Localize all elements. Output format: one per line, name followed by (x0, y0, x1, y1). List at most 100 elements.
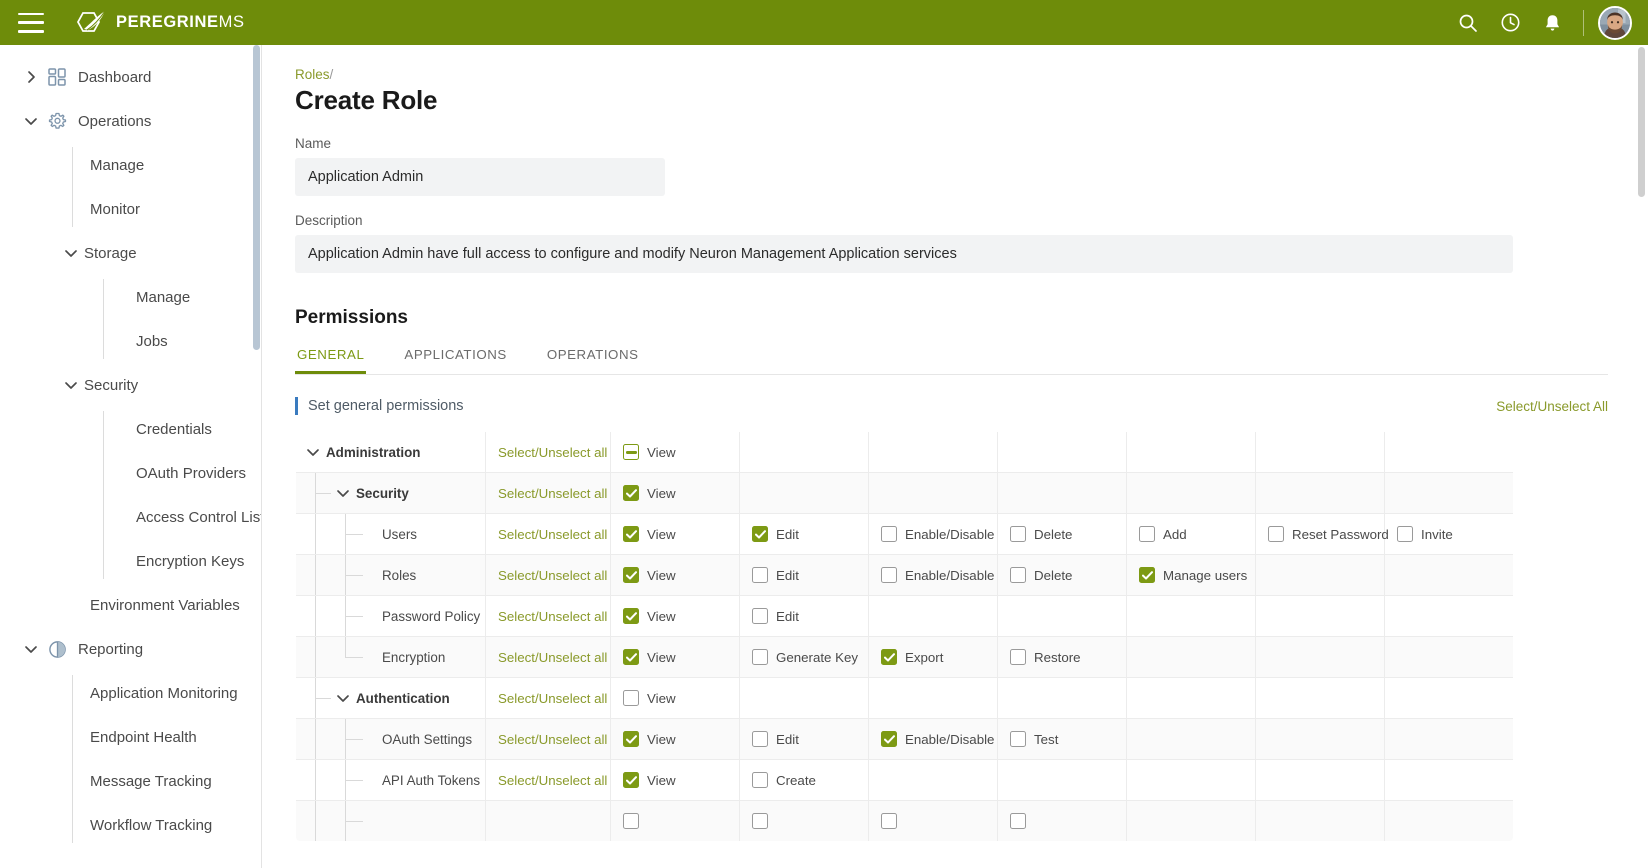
chevron-down-icon[interactable] (18, 114, 44, 128)
sidebar-item-operations[interactable]: Operations (0, 99, 261, 143)
row-select-unselect-all-link[interactable]: Select/Unselect all (498, 732, 607, 747)
permission-checkbox[interactable]: Edit (752, 608, 856, 624)
checkbox-unchecked-icon[interactable] (881, 526, 897, 542)
tab-applications[interactable]: Applications (402, 343, 508, 374)
checkbox-unchecked-icon[interactable] (623, 690, 639, 706)
checkbox-unchecked-icon[interactable] (881, 567, 897, 583)
checkbox-checked-icon[interactable] (623, 731, 639, 747)
sidebar-item-security-access-control-lists[interactable]: Access Control Lists (0, 495, 261, 539)
permission-checkbox[interactable]: Enable/Disable (881, 526, 994, 542)
permission-checkbox[interactable]: Enable/Disable (881, 731, 994, 747)
permission-cell[interactable]: Delete (997, 554, 1127, 596)
checkbox-checked-icon[interactable] (881, 649, 897, 665)
permission-cell[interactable]: Create (739, 759, 869, 801)
main-scrollbar[interactable] (1638, 47, 1645, 197)
permission-checkbox[interactable]: View (623, 567, 727, 583)
permission-checkbox[interactable]: View (623, 649, 727, 665)
sidebar-item-security[interactable]: Security (0, 363, 261, 407)
permission-cell[interactable]: Invite (1384, 513, 1513, 555)
avatar[interactable] (1598, 5, 1632, 40)
description-input[interactable] (295, 235, 1513, 273)
checkbox-checked-icon[interactable] (623, 649, 639, 665)
permission-cell[interactable]: Reset Password (1255, 513, 1389, 555)
checkbox-unchecked-icon[interactable] (1268, 526, 1284, 542)
permission-cell[interactable]: Test (997, 718, 1127, 760)
checkbox-unchecked-icon[interactable] (1010, 731, 1026, 747)
permission-cell[interactable] (997, 800, 1127, 841)
permission-cell[interactable]: View (610, 595, 740, 637)
permission-cell[interactable]: Manage users (1126, 554, 1256, 596)
checkbox-unchecked-icon[interactable] (623, 813, 639, 829)
permission-checkbox[interactable]: Generate Key (752, 649, 858, 665)
sidebar-item-security-credentials[interactable]: Credentials (0, 407, 261, 451)
permission-checkbox[interactable]: Export (881, 649, 985, 665)
permission-cell[interactable]: View (610, 759, 740, 801)
sidebar-item-storage[interactable]: Storage (0, 231, 261, 275)
checkbox-unchecked-icon[interactable] (752, 567, 768, 583)
checkbox-unchecked-icon[interactable] (1010, 813, 1026, 829)
sidebar-item-operations-manage[interactable]: Manage (0, 143, 261, 187)
chevron-down-icon[interactable] (336, 486, 350, 500)
permission-checkbox[interactable]: Restore (1010, 649, 1114, 665)
row-select-unselect-all-link[interactable]: Select/Unselect all (498, 486, 607, 501)
permission-checkbox[interactable]: Enable/Disable (881, 567, 994, 583)
row-select-unselect-all-link[interactable]: Select/Unselect all (498, 568, 607, 583)
permission-cell[interactable]: Restore (997, 636, 1127, 678)
tab-operations[interactable]: Operations (545, 343, 641, 374)
checkbox-checked-icon[interactable] (623, 772, 639, 788)
checkbox-unchecked-icon[interactable] (752, 772, 768, 788)
chevron-right-icon[interactable] (18, 70, 44, 84)
select-unselect-all-link[interactable]: Select/Unselect All (1496, 399, 1608, 414)
checkbox-checked-icon[interactable] (1139, 567, 1155, 583)
search-icon[interactable] (1449, 4, 1487, 42)
checkbox-unchecked-icon[interactable] (881, 813, 897, 829)
permission-cell[interactable]: View (610, 513, 740, 555)
sidebar-item-security-oauth-providers[interactable]: OAuth Providers (0, 451, 261, 495)
permission-checkbox[interactable]: View (623, 444, 727, 460)
permission-cell[interactable]: View (610, 636, 740, 678)
tab-general[interactable]: General (295, 343, 367, 374)
sidebar-item-storage-manage[interactable]: Manage (0, 275, 261, 319)
sidebar-item-operations-monitor[interactable]: Monitor (0, 187, 261, 231)
checkbox-checked-icon[interactable] (623, 485, 639, 501)
permission-cell[interactable]: View (610, 472, 740, 514)
permission-checkbox[interactable]: View (623, 485, 727, 501)
permission-checkbox[interactable]: Delete (1010, 567, 1114, 583)
permission-checkbox[interactable]: View (623, 608, 727, 624)
checkbox-unchecked-icon[interactable] (752, 649, 768, 665)
sidebar-item-reporting-application-monitoring[interactable]: Application Monitoring (0, 671, 261, 715)
permission-cell[interactable]: View (610, 432, 740, 473)
bell-icon[interactable] (1533, 4, 1571, 42)
clock-history-icon[interactable] (1491, 4, 1529, 42)
checkbox-checked-icon[interactable] (623, 567, 639, 583)
sidebar-item-security-encryption-keys[interactable]: Encryption Keys (0, 539, 261, 583)
permission-checkbox[interactable]: View (623, 772, 727, 788)
permission-cell[interactable] (739, 800, 869, 841)
checkbox-unchecked-icon[interactable] (1010, 526, 1026, 542)
permission-cell[interactable] (610, 800, 740, 841)
row-select-unselect-all-link[interactable]: Select/Unselect all (498, 650, 607, 665)
permission-checkbox[interactable]: Manage users (1139, 567, 1247, 583)
row-select-unselect-all-link[interactable]: Select/Unselect all (498, 609, 607, 624)
checkbox-checked-icon[interactable] (752, 526, 768, 542)
checkbox-unchecked-icon[interactable] (1010, 649, 1026, 665)
sidebar-item-environment-variables[interactable]: Environment Variables (0, 583, 261, 627)
permission-checkbox[interactable]: Test (1010, 731, 1114, 747)
permission-checkbox[interactable]: Reset Password (1268, 526, 1389, 542)
checkbox-checked-icon[interactable] (623, 526, 639, 542)
sidebar-item-reporting-workflow-tracking[interactable]: Workflow Tracking (0, 803, 261, 847)
permission-cell[interactable]: Edit (739, 513, 869, 555)
permission-checkbox[interactable]: View (623, 731, 727, 747)
checkbox-unchecked-icon[interactable] (1139, 526, 1155, 542)
permission-cell[interactable]: View (610, 554, 740, 596)
chevron-down-icon[interactable] (306, 445, 320, 459)
name-input[interactable] (295, 158, 665, 196)
sidebar-item-reporting-endpoint-health[interactable]: Endpoint Health (0, 715, 261, 759)
checkbox-unchecked-icon[interactable] (752, 813, 768, 829)
permission-checkbox[interactable]: View (623, 690, 727, 706)
permission-checkbox[interactable]: Edit (752, 526, 856, 542)
permission-cell[interactable]: View (610, 677, 740, 719)
checkbox-indeterminate-icon[interactable] (623, 444, 639, 460)
checkbox-checked-icon[interactable] (623, 608, 639, 624)
checkbox-unchecked-icon[interactable] (1397, 526, 1413, 542)
